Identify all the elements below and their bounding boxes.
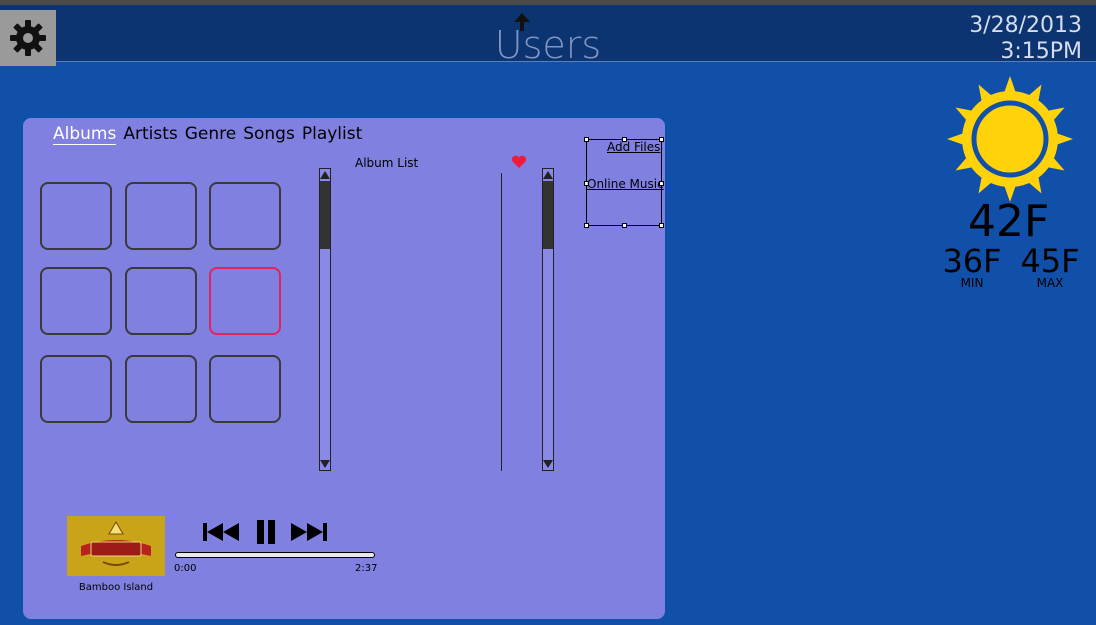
scroll-up-arrow[interactable] <box>320 169 330 181</box>
album-list-scrollbar[interactable] <box>542 168 554 471</box>
elapsed-time: 0:00 <box>174 563 197 574</box>
min-temperature: 36F <box>942 242 1002 280</box>
triangle-up-icon <box>320 171 330 179</box>
resize-handle[interactable] <box>622 223 627 228</box>
triangle-up-icon <box>543 171 553 179</box>
tab-playlist[interactable]: Playlist <box>302 124 362 145</box>
current-temperature: 42F <box>968 196 1050 247</box>
tab-albums[interactable]: Albums <box>53 124 117 145</box>
album-tile[interactable] <box>125 182 197 250</box>
scroll-down-arrow[interactable] <box>320 458 330 470</box>
heart-icon[interactable] <box>511 155 527 169</box>
song-title: Bamboo Island <box>78 582 154 593</box>
scroll-thumb[interactable] <box>543 181 553 249</box>
resize-handle[interactable] <box>584 223 589 228</box>
min-label: MIN <box>960 276 984 290</box>
time-text: 3:15PM <box>1000 39 1082 64</box>
previous-track-icon[interactable] <box>203 523 241 541</box>
scroll-thumb[interactable] <box>320 181 330 249</box>
album-list-heading: Album List <box>355 156 419 170</box>
album-tile[interactable] <box>209 182 281 250</box>
resize-handle[interactable] <box>584 137 589 142</box>
library-tabs: Albums Artists Genre Songs Playlist <box>53 124 362 145</box>
resize-handle[interactable] <box>659 223 664 228</box>
album-tile[interactable] <box>40 267 112 335</box>
triangle-down-icon <box>320 460 330 468</box>
tab-songs[interactable]: Songs <box>243 124 295 145</box>
triangle-down-icon <box>543 460 553 468</box>
tab-artists[interactable]: Artists <box>123 124 177 145</box>
tab-genre[interactable]: Genre <box>185 124 236 145</box>
playback-progress-bar[interactable] <box>175 552 375 558</box>
music-panel: Albums Artists Genre Songs Playlist Albu… <box>23 118 665 619</box>
scroll-up-arrow[interactable] <box>543 169 553 181</box>
list-divider <box>501 173 502 471</box>
max-label: MAX <box>1036 276 1064 290</box>
total-duration: 2:37 <box>355 563 378 574</box>
playback-controls <box>203 520 329 544</box>
album-tile[interactable] <box>125 267 197 335</box>
page-title: Users <box>494 23 602 67</box>
album-grid <box>39 181 287 429</box>
add-files-link[interactable]: Add Files <box>607 140 660 154</box>
add-music-menu: Add Files Online Music <box>584 137 664 228</box>
album-tile[interactable] <box>40 182 112 250</box>
album-tile-selected[interactable] <box>209 267 281 335</box>
top-bar: Users 3/28/2013 3:15PM <box>0 0 1096 67</box>
album-art <box>67 516 165 576</box>
next-track-icon[interactable] <box>291 523 329 541</box>
album-grid-scrollbar[interactable] <box>319 168 331 471</box>
max-temperature: 45F <box>1020 242 1080 280</box>
scroll-down-arrow[interactable] <box>543 458 553 470</box>
album-tile[interactable] <box>125 355 197 423</box>
pause-icon[interactable] <box>255 520 277 544</box>
album-tile[interactable] <box>209 355 281 423</box>
online-music-link[interactable]: Online Music <box>587 177 664 191</box>
zelda-logo-image <box>67 516 165 576</box>
date-time: 3/28/2013 3:15PM <box>969 13 1082 65</box>
date-text: 3/28/2013 <box>969 13 1082 38</box>
album-tile[interactable] <box>40 355 112 423</box>
sun-icon <box>947 76 1073 202</box>
